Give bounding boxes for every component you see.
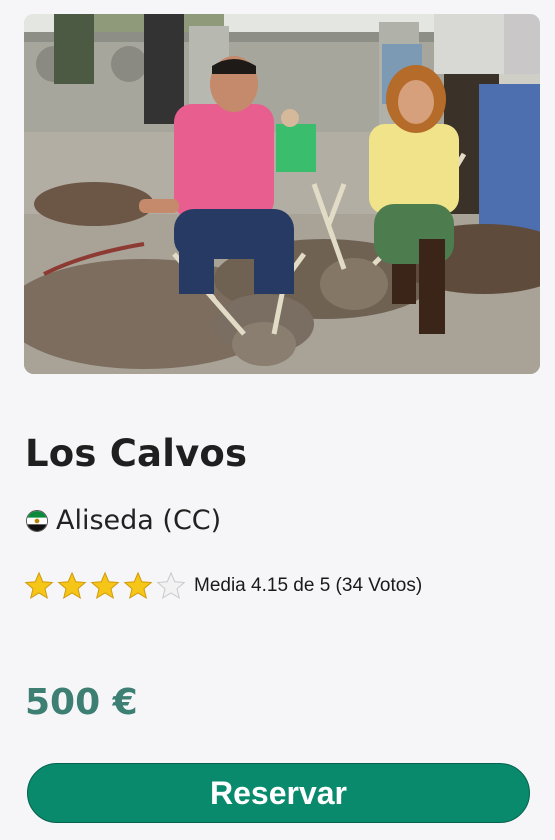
extremadura-flag-icon <box>26 510 48 532</box>
star-filled-icon <box>24 571 54 600</box>
listing-card: Los Calvos Aliseda (CC) Media 4.15 de 5 … <box>0 0 555 840</box>
star-filled-icon <box>57 571 87 600</box>
star-filled-icon <box>123 571 153 600</box>
rating: Media 4.15 de 5 (34 Votos) <box>24 569 422 603</box>
listing-location: Aliseda (CC) <box>26 503 221 539</box>
location-label: Aliseda (CC) <box>56 505 222 536</box>
star-filled-icon <box>90 571 120 600</box>
hunting-scene-image <box>24 14 540 374</box>
listing-photo[interactable] <box>24 14 540 374</box>
star-rating <box>24 571 186 601</box>
rating-summary: Media 4.15 de 5 (34 Votos) <box>194 575 423 596</box>
listing-title: Los Calvos <box>25 432 248 475</box>
listing-price: 500 € <box>25 682 138 723</box>
star-empty-icon <box>156 571 186 600</box>
reserve-button[interactable]: Reservar <box>27 763 530 823</box>
